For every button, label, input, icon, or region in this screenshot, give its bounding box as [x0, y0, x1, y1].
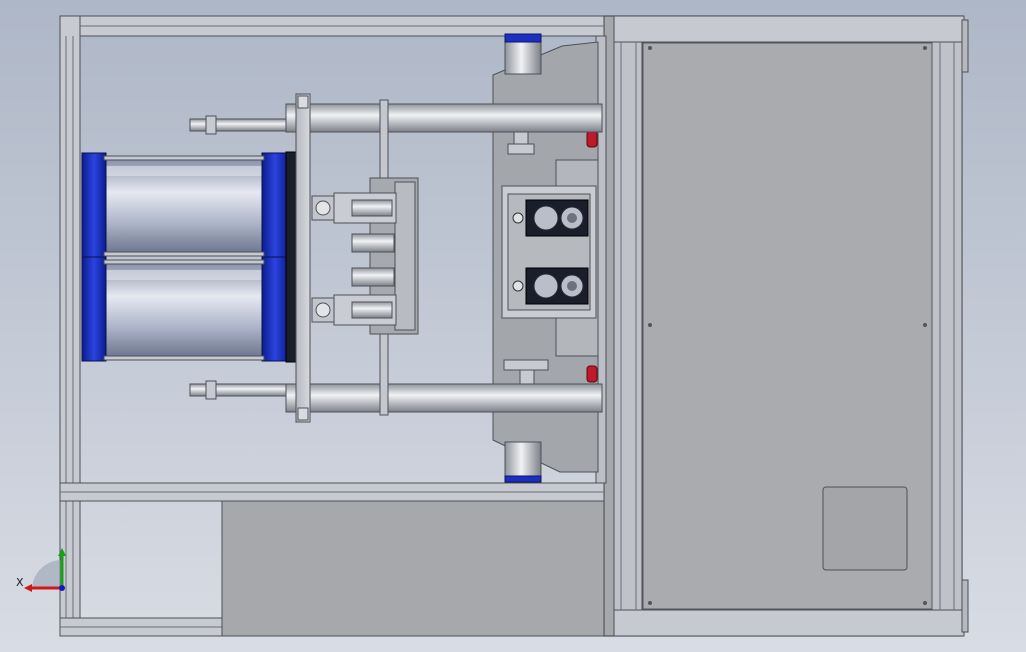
cylinder-flange: [285, 151, 297, 363]
pneumatic-cylinder-upper: [81, 152, 289, 258]
access-panel: [822, 486, 908, 571]
x-axis-label: X: [16, 576, 24, 589]
moving-plate: [295, 93, 311, 423]
gripper-block: [311, 177, 419, 335]
right-cabinet: [603, 15, 969, 637]
fitting-upper: [311, 192, 397, 224]
coordinate-triad: [24, 548, 66, 592]
fitting-lower: [311, 294, 397, 326]
machine-drawing: [24, 15, 969, 637]
die-holder: [501, 185, 597, 319]
pneumatic-cylinder-lower: [81, 256, 289, 362]
cad-viewport[interactable]: X: [0, 0, 1026, 652]
